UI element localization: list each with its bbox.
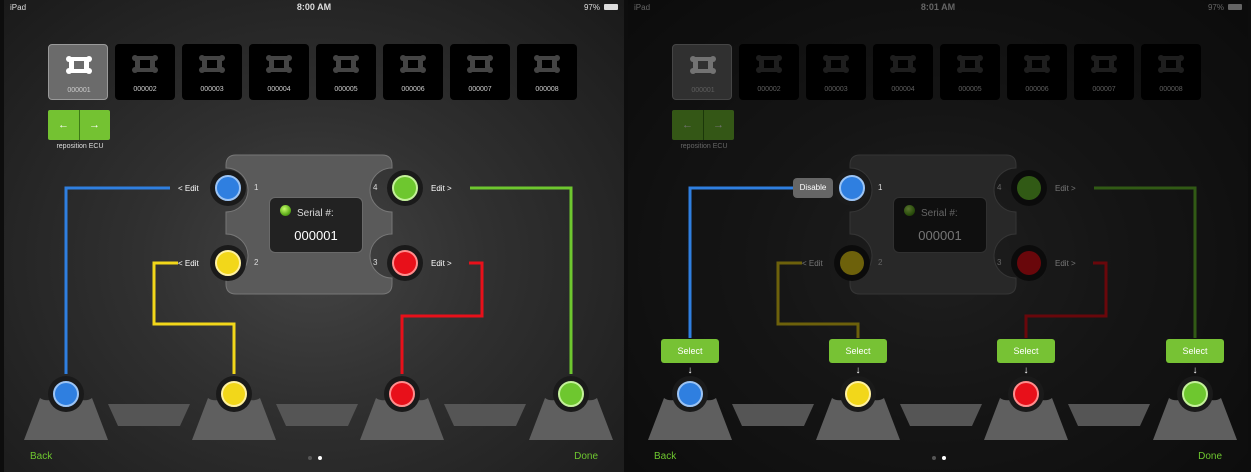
wire-blue (688, 186, 794, 338)
screen-right: iPad 8:01 AM 97% 000001 000002 000003 00… (628, 0, 1248, 472)
page-dot (932, 456, 936, 460)
connector-yellow[interactable] (816, 376, 900, 440)
pin-3[interactable] (387, 245, 423, 281)
connector-bridge (444, 404, 526, 426)
pin-2-edit-link[interactable]: < Edit (178, 259, 199, 268)
connector-bridge (276, 404, 358, 426)
pin-2[interactable] (210, 245, 246, 281)
pin-1[interactable] (210, 170, 246, 206)
connector-bridge (732, 404, 814, 426)
connector-blue[interactable] (24, 376, 108, 440)
pin-4-edit-link[interactable]: Edit > (431, 184, 452, 193)
serial-box: Serial #: 000001 (269, 197, 363, 253)
active-wiring (648, 170, 1237, 440)
wire-red (400, 261, 484, 374)
back-button[interactable]: Back (30, 451, 52, 462)
down-arrow-icon: ↓ (1023, 365, 1029, 376)
page-indicator (308, 456, 328, 462)
connector-bridge (108, 404, 190, 426)
page-dot-active (942, 456, 946, 460)
connector-blue[interactable] (648, 376, 732, 440)
select-button[interactable]: Select (829, 339, 887, 363)
connector-bridge (900, 404, 982, 426)
down-arrow-icon: ↓ (1192, 365, 1198, 376)
page-indicator (932, 456, 952, 462)
page-dot-active (318, 456, 322, 460)
done-button[interactable]: Done (574, 451, 598, 462)
connector-yellow[interactable] (192, 376, 276, 440)
down-arrow-icon: ↓ (687, 365, 693, 376)
disable-button[interactable]: Disable (793, 178, 833, 198)
pin-3-edit-link[interactable]: Edit > (431, 259, 452, 268)
select-button[interactable]: Select (1166, 339, 1224, 363)
wire-green (470, 186, 573, 374)
pin-4[interactable] (387, 170, 423, 206)
connector-red[interactable] (360, 376, 444, 440)
done-button[interactable]: Done (1198, 451, 1222, 462)
pin-1-number: 1 (254, 183, 259, 192)
page-dot (308, 456, 312, 460)
connector-green[interactable] (529, 376, 613, 440)
status-led-icon (280, 205, 291, 216)
select-button[interactable]: Select (661, 339, 719, 363)
pin-3-number: 3 (373, 258, 378, 267)
pin-4-number: 4 (373, 183, 378, 192)
back-button[interactable]: Back (654, 451, 676, 462)
down-arrow-icon: ↓ (855, 365, 861, 376)
connector-bridge (1068, 404, 1150, 426)
connector-green[interactable] (1153, 376, 1237, 440)
pin-1-number: 1 (878, 183, 883, 192)
pin-1-edit-link[interactable]: < Edit (178, 184, 199, 193)
select-button[interactable]: Select (997, 339, 1055, 363)
pin-2-number: 2 (254, 258, 259, 267)
screen-left: iPad 8:00 AM 97% 000001 000002 000003 00… (4, 0, 624, 472)
serial-title: Serial #: (297, 208, 334, 219)
serial-value: 000001 (294, 228, 338, 243)
pin-1[interactable] (834, 170, 870, 206)
connector-red[interactable] (984, 376, 1068, 440)
